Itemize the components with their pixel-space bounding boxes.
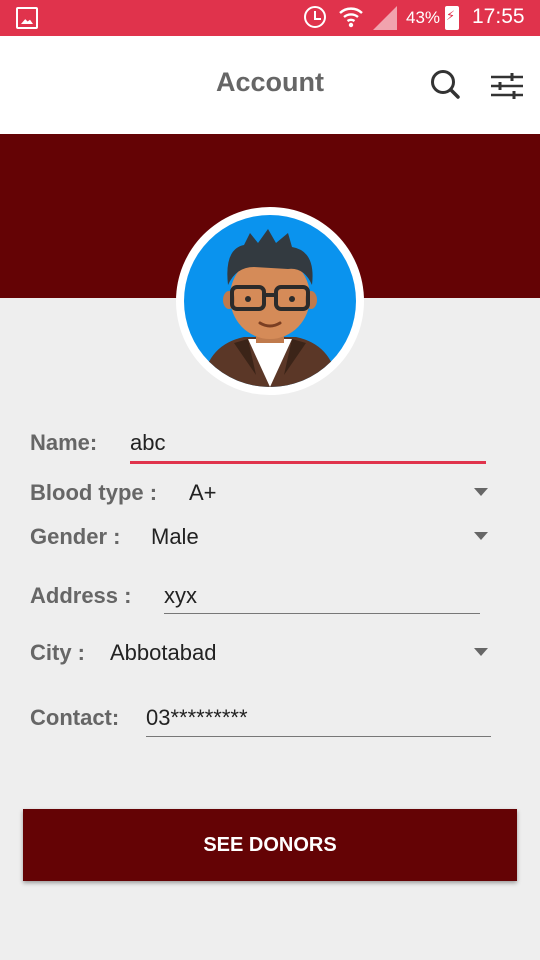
alarm-icon [304, 6, 326, 28]
signal-icon [373, 6, 397, 30]
app-bar: Account [0, 36, 540, 134]
contact-field[interactable]: 03********* [146, 705, 248, 731]
avatar[interactable] [184, 215, 356, 387]
city-label: City : [30, 640, 85, 665]
wifi-icon [339, 7, 363, 28]
gallery-icon [16, 7, 38, 29]
city-dropdown-icon[interactable] [474, 648, 488, 656]
battery-percent: 43% [406, 8, 441, 27]
name-field[interactable]: abc [130, 430, 165, 456]
gender-dropdown-icon[interactable] [474, 532, 488, 540]
status-bar: 43% 17:55 [0, 0, 540, 36]
gender-label: Gender : [30, 524, 121, 549]
address-label: Address : [30, 583, 132, 608]
blood-type-select[interactable]: A+ [189, 480, 217, 506]
battery-charging-icon [445, 6, 459, 30]
avatar-illustration [202, 229, 338, 387]
city-select[interactable]: Abbotabad [110, 640, 216, 666]
name-label: Name: [30, 430, 98, 455]
contact-field-underline [146, 736, 491, 737]
blood-type-label: Blood type : [30, 480, 158, 505]
see-donors-button[interactable]: SEE DONORS [23, 809, 517, 881]
clock: 17:55 [472, 5, 525, 28]
search-icon[interactable] [430, 69, 460, 99]
blood-type-dropdown-icon[interactable] [474, 488, 488, 496]
name-field-underline [130, 461, 486, 464]
address-field-underline [164, 613, 480, 614]
gender-select[interactable]: Male [151, 524, 199, 550]
address-field[interactable]: xyx [164, 583, 197, 609]
contact-label: Contact: [30, 705, 120, 730]
filter-icon[interactable] [490, 72, 524, 100]
